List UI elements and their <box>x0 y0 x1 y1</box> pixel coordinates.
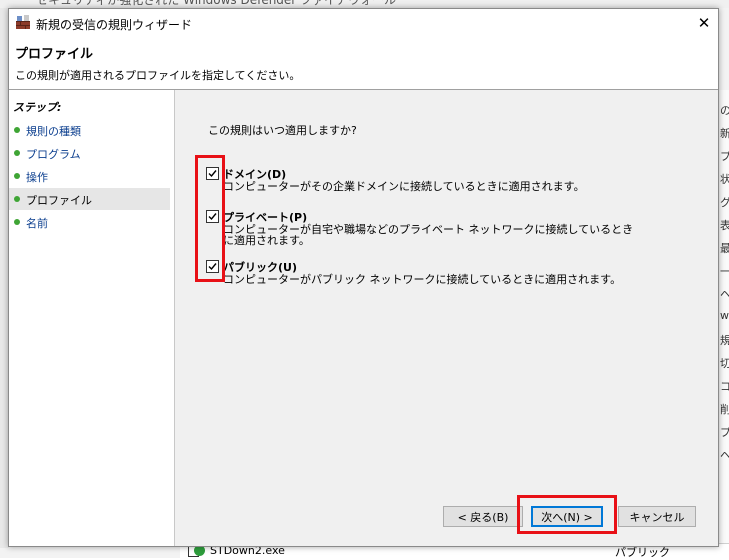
public-description: コンピューターがパブリック ネットワークに接続しているときに適用されます。 <box>223 273 622 286</box>
private-description: コンピューターが自宅や職場などのプライベート ネットワークに接続しているときに適… <box>223 223 634 247</box>
page-title: プロファイル <box>15 47 94 62</box>
step-rule-type[interactable]: 規則の種類 <box>9 119 170 141</box>
firewall-wizard-icon <box>15 14 31 30</box>
background-action-item: 最 <box>720 240 729 256</box>
highlight-next-annotation <box>517 495 617 534</box>
step-bullet-icon <box>14 173 20 179</box>
option-domain: ドメイン(D) コンピューターがその企業ドメインに接続しているときに適用されます… <box>206 166 656 196</box>
background-action-item: コ <box>720 378 729 394</box>
wizard-titlebar[interactable]: 新規の受信の規則ウィザード ✕ <box>9 9 718 37</box>
highlight-checkboxes-annotation <box>195 155 225 282</box>
step-bullet-icon <box>14 150 20 156</box>
option-private: プライベート(P) コンピューターが自宅や職場などのプライベート ネットワークに… <box>206 209 656 249</box>
step-bullet-icon <box>14 219 20 225</box>
background-action-item: 一 <box>720 263 729 279</box>
step-name[interactable]: 名前 <box>9 211 170 233</box>
wizard-header: プロファイル この規則が適用されるプロファイルを指定してください。 <box>9 37 718 90</box>
step-action[interactable]: 操作 <box>9 165 170 187</box>
cancel-button[interactable]: キャンセル <box>618 506 696 527</box>
step-label: プログラム <box>26 148 81 161</box>
back-button[interactable]: < 戻る(B) <box>443 506 523 527</box>
close-button[interactable]: ✕ <box>690 9 718 37</box>
option-public: パブリック(U) コンピューターがパブリック ネットワークに接続しているときに適… <box>206 259 656 289</box>
background-action-item: ヘ <box>720 286 729 302</box>
steps-label: ステップ: <box>13 101 62 114</box>
background-action-item: w <box>720 309 729 322</box>
step-program[interactable]: プログラム <box>9 142 170 164</box>
background-action-item: 状 <box>720 171 729 187</box>
step-profile[interactable]: プロファイル <box>9 188 170 210</box>
background-action-item: ヘ <box>720 447 729 463</box>
background-action-item: グ <box>720 194 729 210</box>
step-bullet-icon <box>14 127 20 133</box>
background-titlebar: セキュリティが強化された Windows Defender ファイアウォール <box>0 0 729 8</box>
background-action-item: 表 <box>720 217 729 233</box>
background-action-item: 規 <box>720 332 729 348</box>
domain-description: コンピューターがその企業ドメインに接続しているときに適用されます。 <box>223 180 585 193</box>
question-text: この規則はいつ適用しますか? <box>208 124 357 137</box>
wizard-title: 新規の受信の規則ウィザード <box>36 18 193 32</box>
profile-content: この規則はいつ適用しますか? ドメイン(D) コンピューターがその企業ドメインに… <box>175 90 718 546</box>
step-label: プロファイル <box>26 194 92 207</box>
background-action-item: 削 <box>720 401 729 417</box>
background-action-item: プ <box>720 424 729 440</box>
page-subtitle: この規則が適用されるプロファイルを指定してください。 <box>15 69 301 82</box>
background-action-item: プ <box>720 148 729 164</box>
steps-panel: ステップ: 規則の種類 プログラム 操作 プロファイル 名前 <box>9 90 175 546</box>
background-window-title: セキュリティが強化された Windows Defender ファイアウォール <box>36 0 397 7</box>
background-action-item: 新 <box>720 125 729 141</box>
background-action-item: の <box>720 102 729 118</box>
step-bullet-icon <box>14 196 20 202</box>
background-action-item: 切 <box>720 355 729 371</box>
step-label: 名前 <box>26 217 48 230</box>
step-label: 操作 <box>26 171 48 184</box>
step-label: 規則の種類 <box>26 125 81 138</box>
new-inbound-rule-wizard: 新規の受信の規則ウィザード ✕ プロファイル この規則が適用されるプロファイルを… <box>8 8 719 547</box>
